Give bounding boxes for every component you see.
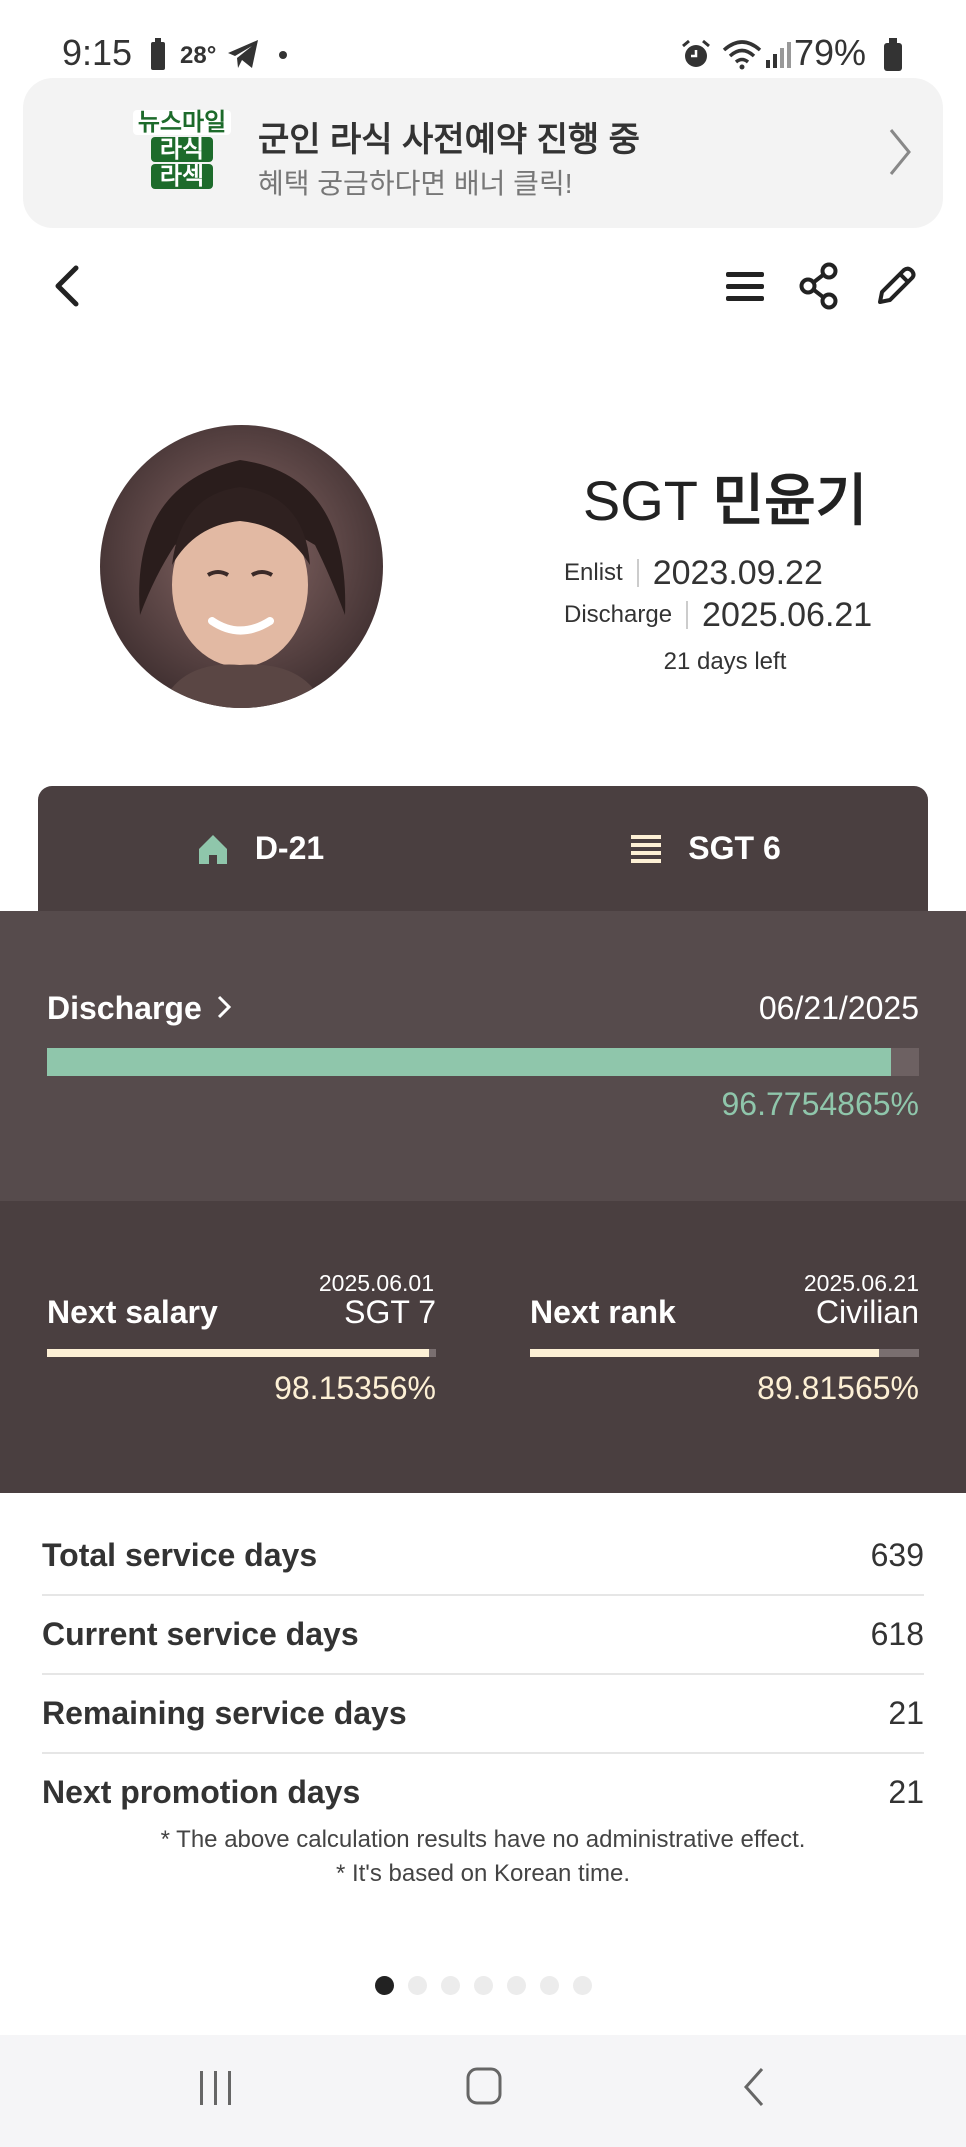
avatar-photo [100,425,383,708]
discharge-title: Discharge [47,990,202,1026]
stat-value: 639 [870,1537,924,1573]
discharge-label: Discharge [564,601,689,629]
discharge-progress-bar [47,1048,919,1076]
next-milestones-panel [0,1201,966,1493]
page-indicator [0,1976,966,1995]
service-stats-list: Total service days 639 Current service d… [42,1517,924,1831]
enlist-label: Enlist [564,559,639,587]
next-rank-title: Next rank [530,1294,676,1330]
banner-logo-line: 뉴스마일 [133,110,231,135]
list-icon [631,834,662,863]
banner-logo-line: 라섹 [151,164,213,189]
disclaimer-line: * The above calculation results have no … [160,1826,806,1853]
stat-value: 21 [888,1695,924,1731]
next-rank-progress-fill [530,1349,880,1357]
next-salary-value: SGT 7 [344,1294,436,1330]
next-salary-date: 2025.06.01 [318,1270,434,1296]
disclaimer-line: * It's based on Korean time. [335,1860,631,1887]
wifi-icon [722,40,762,70]
stat-label: Current service days [42,1616,359,1652]
discharge-percent: 96.7754865% [721,1086,919,1122]
banner-logo-line: 라식 [151,137,213,162]
battery-percent: 79% [793,32,866,73]
rank-name-heading: SGT 민윤기 [530,456,920,537]
discharge-link[interactable]: Discharge [47,990,233,1027]
home-icon [198,834,227,864]
stat-label: Next promotion days [42,1774,361,1810]
discharge-row: Discharge 2025.06.21 [564,594,872,636]
signal-icon [766,42,791,68]
soldier-name: 민윤기 [712,469,868,532]
page-dot[interactable] [539,1976,559,1995]
enlist-date: 2023.09.22 [652,553,823,592]
next-salary-progress-bar [47,1349,436,1357]
profile-avatar[interactable] [100,425,383,708]
stat-value: 21 [888,1774,924,1810]
stat-label: Remaining service days [42,1695,407,1731]
tab-bar: D-21 SGT 6 [38,786,928,911]
battery-small-icon [151,38,165,70]
page-dot[interactable] [473,1976,493,1995]
next-salary-title: Next salary [47,1294,218,1330]
page-dot[interactable] [506,1976,526,1995]
page-dot[interactable] [374,1976,394,1995]
discharge-progress-fill [47,1048,891,1076]
status-temperature: 28° [180,42,217,69]
stat-row-promotion: Next promotion days 21 [42,1754,924,1831]
next-rank-progress-bar [530,1349,919,1357]
next-rank-date: 2025.06.21 [803,1270,919,1296]
telegram-icon [228,40,258,68]
stat-value: 618 [870,1616,924,1652]
stat-row-total: Total service days 639 [42,1517,924,1596]
service-dates: Enlist 2023.09.22 Discharge 2025.06.21 [564,552,872,636]
rank-label: SGT [582,469,697,532]
alarm-icon [682,39,710,67]
page-dot[interactable] [407,1976,427,1995]
recent-apps-icon[interactable] [196,2067,236,2107]
home-button-icon[interactable] [464,2065,504,2109]
edit-pencil-icon[interactable] [874,264,918,308]
tab-rank-label: SGT 6 [688,830,781,866]
stat-row-current: Current service days 618 [42,1596,924,1675]
next-rank-value: Civilian [815,1294,919,1330]
chevron-right-icon [217,995,231,1019]
tab-rank[interactable]: SGT 6 [483,786,928,911]
tab-dday-label: D-21 [254,830,325,866]
enlist-row: Enlist 2023.09.22 [564,552,872,594]
menu-icon[interactable] [724,266,766,306]
next-rank-percent: 89.81565% [757,1370,919,1406]
share-icon[interactable] [798,262,840,310]
notification-dot-icon [279,51,287,59]
discharge-date: 2025.06.21 [702,595,873,634]
stat-label: Total service days [42,1537,318,1573]
stat-row-remaining: Remaining service days 21 [42,1675,924,1754]
chevron-right-icon [889,129,911,175]
page-dot[interactable] [572,1976,592,1995]
banner-title: 군인 라식 사전예약 진행 중 [258,121,640,159]
disclaimer-notes: * The above calculation results have no … [0,1823,966,1891]
ad-banner[interactable]: 뉴스마일 라식 라섹 군인 라식 사전예약 진행 중 혜택 궁금하다면 배너 클… [23,78,943,228]
system-nav-bar [0,2035,966,2147]
page-dot[interactable] [440,1976,460,1995]
banner-subtitle: 혜택 궁금하다면 배너 클릭! [258,168,573,199]
next-salary-progress-fill [47,1349,429,1357]
tab-dday[interactable]: D-21 [38,786,483,911]
back-arrow-icon[interactable] [48,262,88,310]
status-time: 9:15 [62,32,133,73]
days-left-text: 21 days left [663,648,787,675]
discharge-date-value: 06/21/2025 [758,990,919,1026]
next-salary-percent: 98.15356% [274,1370,436,1406]
system-back-icon[interactable] [740,2065,770,2109]
battery-icon [884,38,902,71]
banner-logo: 뉴스마일 라식 라섹 [133,110,231,191]
